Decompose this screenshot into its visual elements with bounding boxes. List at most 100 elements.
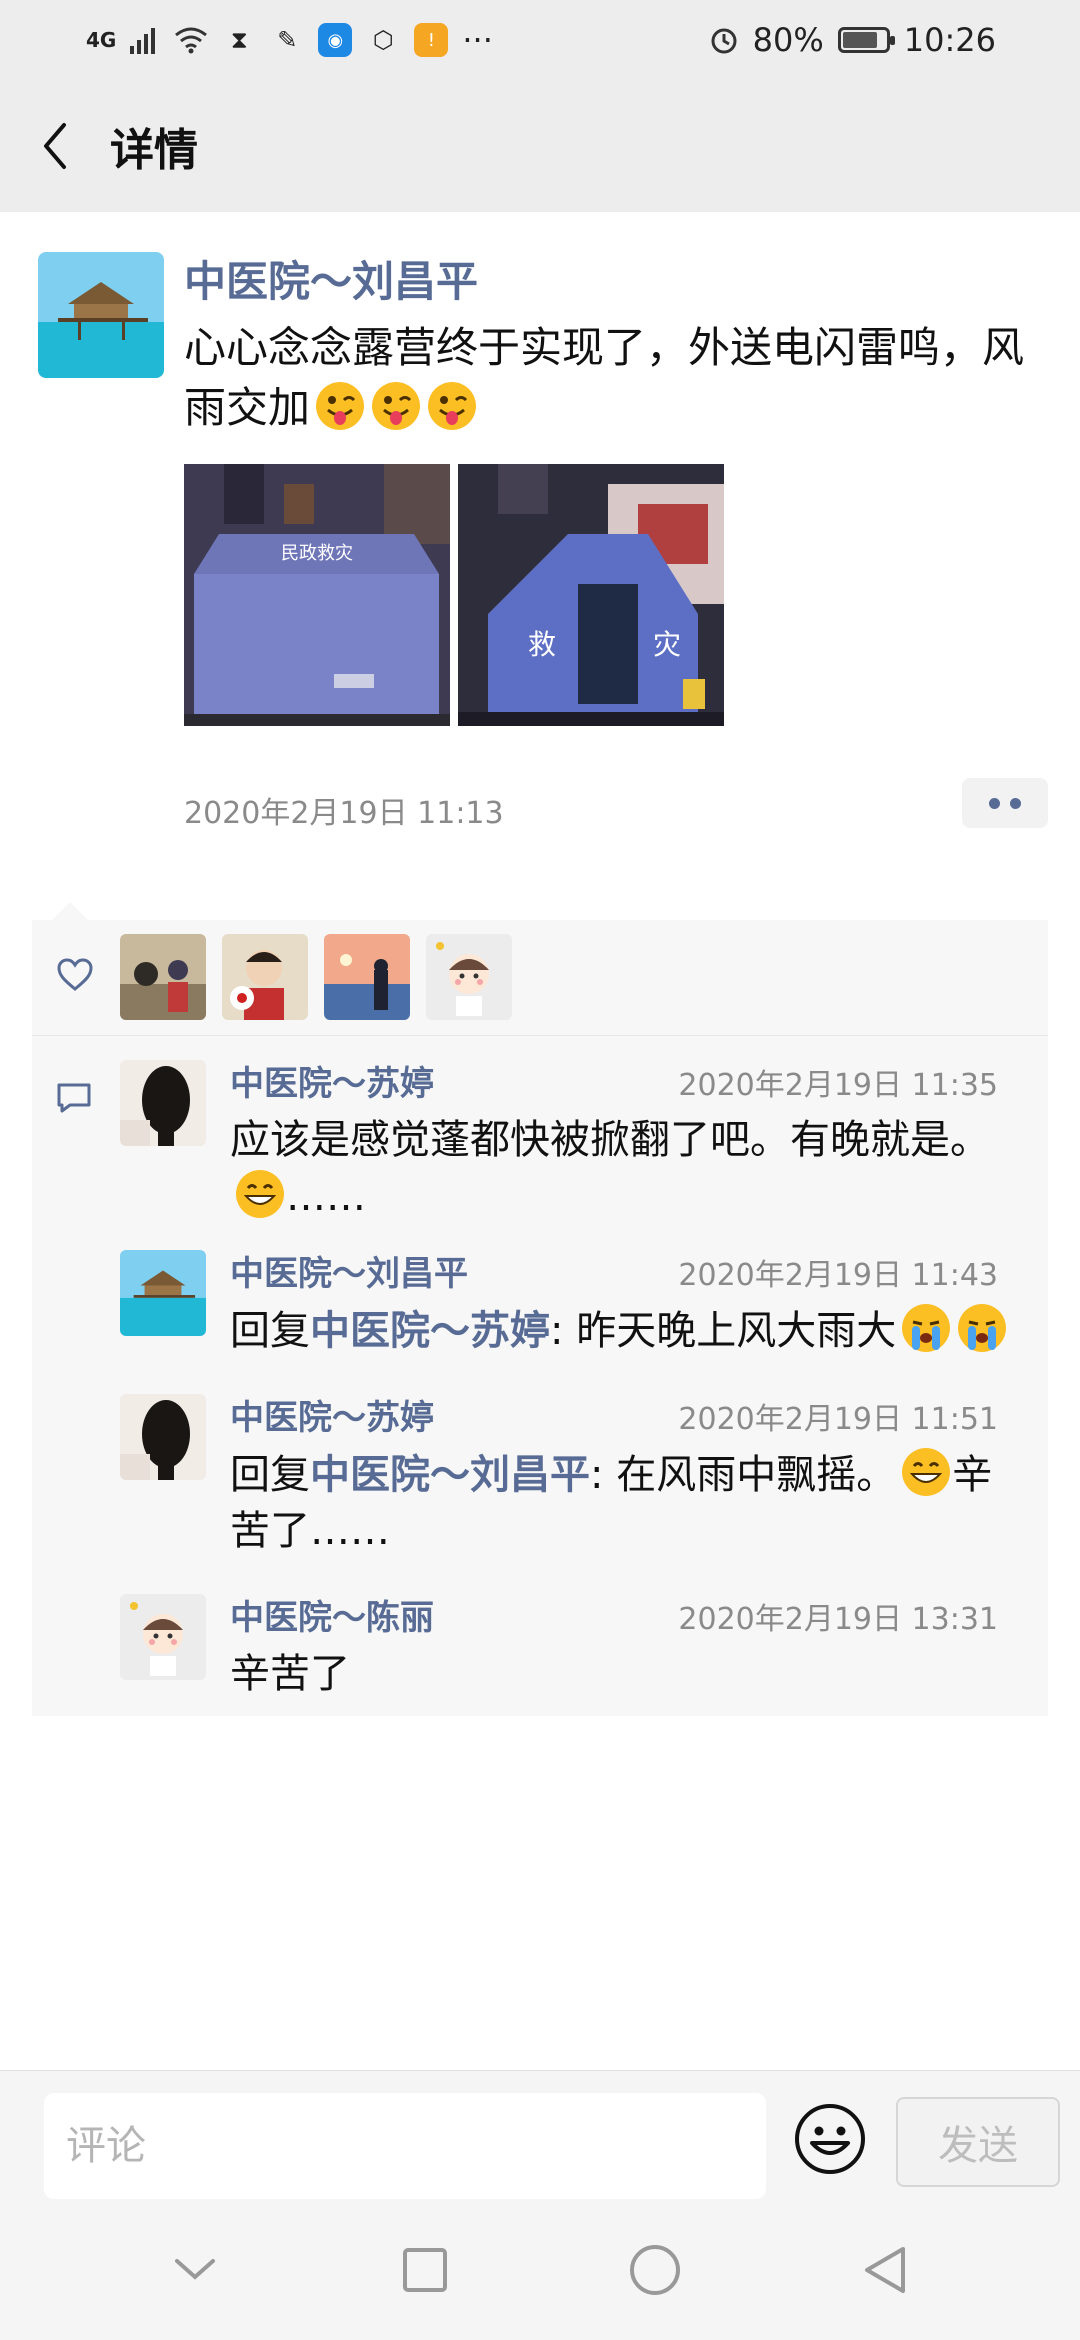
comment-time: 2020年2月19日 11:51 (678, 1402, 998, 1437)
system-nav-bar (0, 2200, 1080, 2340)
app-notification-icon: ◉ (318, 23, 353, 57)
post-more-button[interactable] (962, 778, 1048, 828)
wink-tongue-emoji-icon (314, 380, 366, 432)
resort-avatar-image (38, 252, 164, 378)
author-avatar[interactable] (38, 252, 164, 378)
commenter-name[interactable]: 中医院～刘昌平 (230, 1250, 468, 1298)
comment-body: 中医院～苏婷 2020年2月19日 11:51 回复中医院～刘昌平: 在风雨中飘… (230, 1394, 1030, 1559)
likes-row (32, 920, 1048, 1036)
crying-emoji-icon (900, 1302, 952, 1354)
status-bar-left: 4G ⧗ ✎ ◉ ⬡ ! ··· (86, 21, 493, 59)
comment-input[interactable] (44, 2093, 766, 2199)
comment-time: 2020年2月19日 11:43 (678, 1258, 998, 1293)
comment-suffix: …… (286, 1174, 366, 1220)
reply-prefix: 回复 (230, 1308, 310, 1354)
heart-icon (57, 958, 93, 991)
comment-text-content: : 昨天晚上风大雨大 (550, 1308, 897, 1354)
dot-icon (1010, 797, 1021, 809)
tent-text-zai: 灾 (653, 628, 681, 661)
nav-hide-keyboard-button[interactable] (145, 2220, 245, 2320)
circle-icon (630, 2245, 680, 2295)
triangle-back-icon (865, 2247, 905, 2293)
network-type: 4G (86, 28, 117, 52)
post-photo-1[interactable]: 民政救灾 (184, 464, 450, 726)
dot-icon (989, 797, 1000, 809)
tent-text-jiu: 救 (528, 628, 556, 661)
wifi-icon (175, 27, 208, 54)
post-body: 中医院～刘昌平 心心念念露营终于实现了，外送电闪雷鸣，风雨交加 民政救灾 救 灾 (184, 252, 1044, 726)
emoji-button[interactable] (792, 2101, 868, 2181)
wink-tongue-emoji-icon (426, 380, 478, 432)
post-photos: 民政救灾 救 灾 (184, 464, 1044, 726)
study-app-icon: ✎ (277, 26, 298, 54)
comment-time: 2020年2月19日 11:35 (678, 1068, 998, 1103)
battery-icon (837, 27, 895, 53)
alarm-icon (711, 28, 737, 54)
chevron-left-icon (44, 123, 66, 169)
signal-icon (130, 28, 156, 54)
smiley-icon (795, 2104, 865, 2174)
post-timestamp: 2020年2月19日 11:13 (184, 796, 504, 831)
page-title: 详情 (110, 125, 198, 176)
alert-app-icon: ! (414, 23, 449, 57)
commenter-name[interactable]: 中医院～苏婷 (230, 1394, 434, 1442)
reply-target-name[interactable]: 中医院～刘昌平 (310, 1452, 590, 1498)
reply-prefix: 回复 (230, 1452, 310, 1498)
panel-pointer (52, 902, 88, 920)
reply-target-name[interactable]: 中医院～苏婷 (310, 1308, 550, 1354)
interaction-panel: 中医院～苏婷 2020年2月19日 11:35 应该是感觉蓬都快被掀翻了吧。有晚… (32, 920, 1048, 1716)
grin-emoji-icon (900, 1446, 952, 1498)
nav-back-button[interactable] (835, 2220, 935, 2320)
comment-icon (57, 1083, 91, 1113)
comment-text: 应该是感觉蓬都快被掀翻了吧。有晚就是。 …… (230, 1112, 1030, 1225)
clock: 10:26 (903, 21, 996, 59)
nav-recents-button[interactable] (375, 2220, 475, 2320)
commenter-name[interactable]: 中医院～苏婷 (230, 1060, 434, 1108)
comment-header: 中医院～苏婷 2020年2月19日 11:35 (230, 1060, 1030, 1108)
comment-body: 中医院～苏婷 2020年2月19日 11:35 应该是感觉蓬都快被掀翻了吧。有晚… (230, 1060, 1030, 1225)
crying-emoji-icon (956, 1302, 1008, 1354)
comment-text-content: 应该是感觉蓬都快被掀翻了吧。有晚就是。 (230, 1117, 990, 1163)
comment-body: 中医院～刘昌平 2020年2月19日 11:43 回复中医院～苏婷: 昨天晚上风… (230, 1250, 1030, 1359)
send-button[interactable]: 发送 (896, 2097, 1060, 2187)
commenter-avatar[interactable] (120, 1060, 206, 1146)
shield-icon: ⬡ (372, 26, 394, 54)
chevron-down-icon (175, 2259, 215, 2280)
nav-home-button[interactable] (605, 2220, 705, 2320)
back-button[interactable] (0, 80, 110, 212)
comment-text: 回复中医院～苏婷: 昨天晚上风大雨大 (230, 1302, 1030, 1359)
commenter-avatar[interactable] (120, 1394, 206, 1480)
comment-text-content: 辛苦了 (230, 1651, 350, 1697)
battery-percent: 80% (752, 21, 824, 59)
like-avatars (120, 934, 512, 1020)
post-author-name[interactable]: 中医院～刘昌平 (184, 252, 1044, 312)
square-icon (403, 2248, 447, 2292)
comment-time: 2020年2月19日 13:31 (678, 1602, 998, 1637)
liker-avatar[interactable] (426, 934, 512, 1020)
more-notifications-icon: ··· (462, 21, 493, 59)
status-bar-right: 80% 10:26 (709, 21, 996, 59)
comment-text: 回复中医院～刘昌平: 在风雨中飘摇。 辛苦了…… (230, 1446, 1030, 1559)
tent-banner-text: 民政救灾 (281, 543, 353, 564)
commenter-avatar[interactable] (120, 1250, 206, 1336)
comment-text: 辛苦了 (230, 1646, 1030, 1702)
liker-avatar[interactable] (324, 934, 410, 1020)
comment-input-bar: 发送 (0, 2070, 1080, 2200)
hourglass-icon: ⧗ (230, 26, 248, 54)
post-photo-2[interactable]: 救 灾 (458, 464, 724, 726)
grin-emoji-icon (234, 1168, 286, 1220)
comment-header: 中医院～陈丽 2020年2月19日 13:31 (230, 1594, 1030, 1642)
post-text-content: 心心念念露营终于实现了，外送电闪雷鸣，风雨交加 (184, 323, 1025, 432)
commenter-avatar[interactable] (120, 1594, 206, 1680)
comment-header: 中医院～苏婷 2020年2月19日 11:51 (230, 1394, 1030, 1442)
status-bar: 4G ⧗ ✎ ◉ ⬡ ! ··· 80% 10:26 (0, 0, 1080, 80)
liker-avatar[interactable] (120, 934, 206, 1020)
comment-body: 中医院～陈丽 2020年2月19日 13:31 辛苦了 (230, 1594, 1030, 1702)
post-text: 心心念念露营终于实现了，外送电闪雷鸣，风雨交加 (184, 318, 1044, 438)
commenter-name[interactable]: 中医院～陈丽 (230, 1594, 434, 1642)
comment-text-content: : 在风雨中飘摇。 (590, 1452, 897, 1498)
wink-tongue-emoji-icon (370, 380, 422, 432)
title-bar: 详情 (0, 80, 1080, 212)
comment-header: 中医院～刘昌平 2020年2月19日 11:43 (230, 1250, 1030, 1298)
liker-avatar[interactable] (222, 934, 308, 1020)
